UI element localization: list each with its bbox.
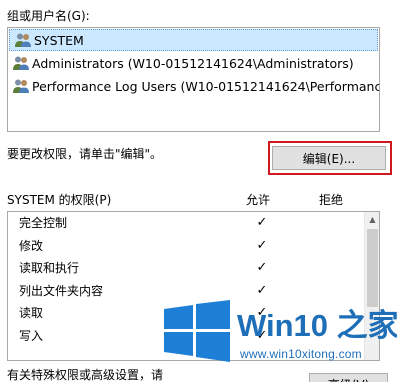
permission-name: 读取和执行 (19, 261, 80, 275)
scroll-up-arrow-icon[interactable]: ▲ (365, 212, 380, 227)
user-name: SYSTEM (34, 32, 84, 48)
permissions-title: SYSTEM 的权限(P) (7, 193, 112, 207)
allow-check-icon: ✓ (256, 282, 268, 298)
users-group-icon (13, 79, 29, 93)
user-name: Performance Log Users (W10-01512141624\P… (32, 78, 379, 94)
edit-hint: 要更改权限，请单击"编辑"。 (7, 147, 163, 161)
permission-row-read-execute: 读取和执行 ✓ (8, 257, 379, 280)
edit-button-highlight-box (268, 141, 392, 175)
allow-column-header: 允许 (246, 193, 271, 207)
user-name: Administrators (W10-01512141624\Administ… (32, 55, 354, 71)
permission-name: 写入 (19, 328, 44, 343)
scroll-thumb[interactable] (367, 229, 378, 307)
user-list[interactable]: SYSTEM Administrators (W10-01512141624\A… (7, 27, 380, 132)
user-row-system[interactable]: SYSTEM (9, 29, 378, 51)
permission-row-list-folder: 列出文件夹内容 ✓ (8, 280, 379, 303)
windows-logo-icon (164, 300, 230, 362)
permission-name: 修改 (19, 238, 44, 253)
permission-row-modify: 修改 ✓ (8, 235, 379, 258)
permission-name: 完全控制 (19, 216, 68, 230)
user-row-performance-log-users[interactable]: Performance Log Users (W10-01512141624\P… (8, 75, 379, 97)
permission-name: 列出文件夹内容 (19, 283, 104, 298)
permission-row-full-control: 完全控制 ✓ (8, 212, 379, 235)
user-row-administrators[interactable]: Administrators (W10-01512141624\Administ… (8, 52, 379, 74)
users-group-icon (15, 33, 31, 47)
watermark-url: www.win10xitong.com (240, 347, 362, 361)
allow-check-icon: ✓ (256, 237, 268, 253)
groups-label: 组或用户名(G): (7, 9, 90, 23)
special-permissions-hint: 有关特殊权限或高级设置，请 (7, 368, 164, 382)
users-group-icon (13, 56, 29, 70)
watermark-brand: Win10 之家 (237, 308, 397, 343)
permission-name: 读取 (19, 306, 44, 320)
advanced-button[interactable]: 高级(V) (309, 373, 388, 382)
allow-check-icon: ✓ (256, 215, 268, 230)
allow-check-icon: ✓ (256, 260, 268, 275)
deny-column-header: 拒绝 (319, 193, 344, 207)
